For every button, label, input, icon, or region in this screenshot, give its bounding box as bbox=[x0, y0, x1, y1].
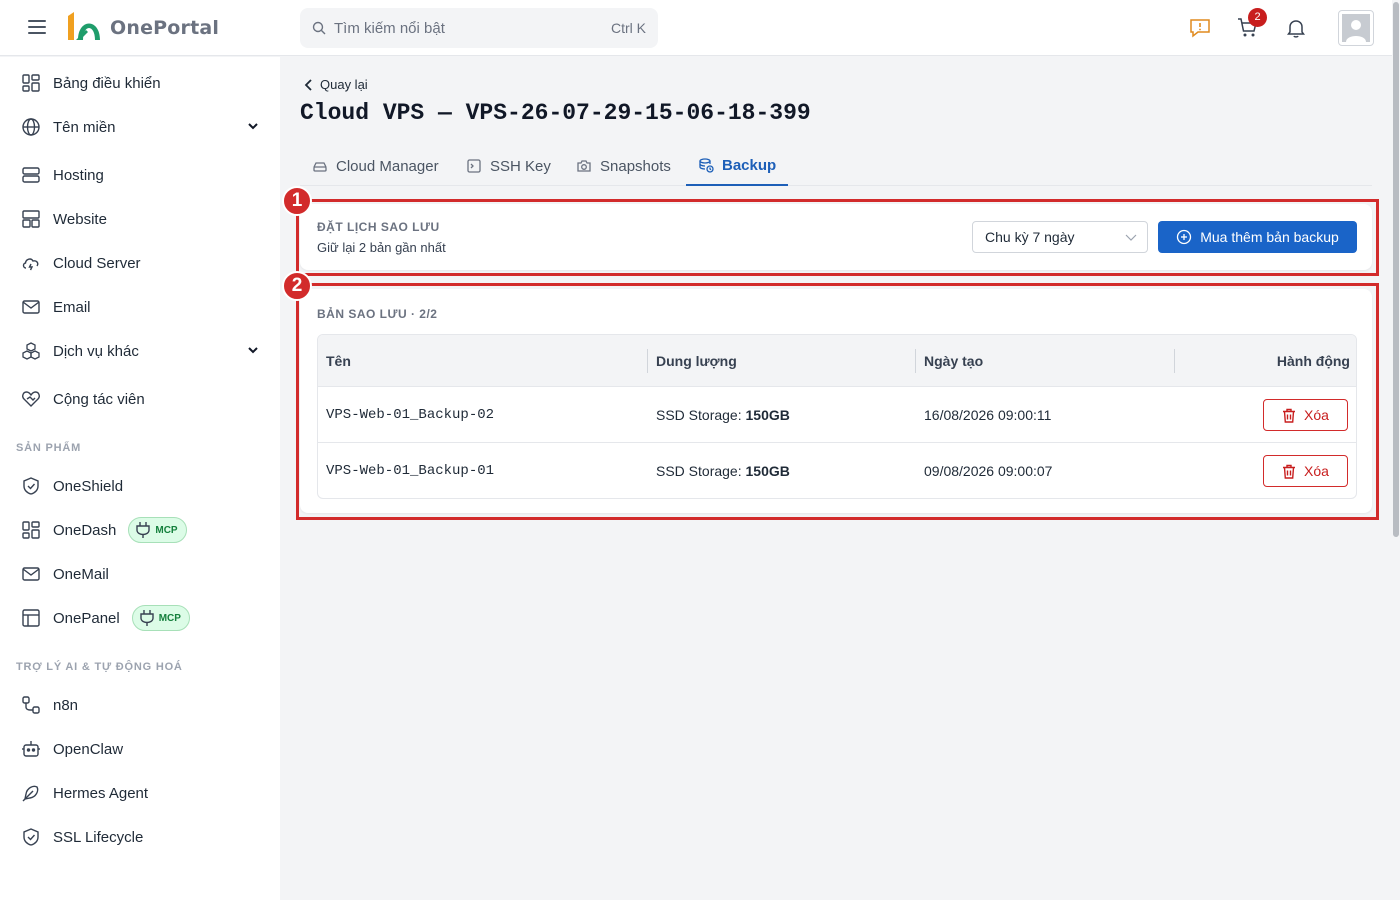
oneportal-logo-icon bbox=[68, 12, 100, 40]
tab-backup[interactable]: Backup bbox=[686, 146, 789, 186]
sidebar-item-openclaw[interactable]: OpenClaw bbox=[20, 735, 265, 763]
cloud-icon bbox=[20, 252, 42, 274]
tab-label: Cloud Manager bbox=[336, 157, 439, 175]
sidebar-item-hosting[interactable]: Hosting bbox=[20, 161, 265, 189]
plug-icon bbox=[136, 522, 151, 538]
backup-icon bbox=[699, 158, 714, 173]
sidebar-item-label: OneDash bbox=[53, 521, 117, 539]
sidebar-item-label: Cộng tác viên bbox=[53, 390, 145, 408]
sidebar-item-ssl-lifecycle[interactable]: SSL Lifecycle bbox=[20, 823, 265, 851]
back-label: Quay lại bbox=[320, 77, 368, 92]
sidebar: Bảng điều khiển Tên miền Hosting Website… bbox=[0, 57, 280, 900]
ai-section-title: TRỢ LÝ AI & TỰ ĐỘNG HOÁ bbox=[16, 661, 183, 673]
sidebar-item-label: Hosting bbox=[53, 166, 104, 184]
tab-label: Snapshots bbox=[600, 157, 671, 175]
search-shortcut: Ctrl K bbox=[611, 20, 646, 36]
search-bar[interactable]: Ctrl K bbox=[300, 8, 658, 48]
annotation-box-2 bbox=[296, 283, 1379, 520]
mail-icon bbox=[20, 296, 42, 318]
sidebar-item-label: n8n bbox=[53, 696, 79, 714]
tab-label: SSH Key bbox=[490, 157, 551, 175]
vps-icon bbox=[313, 162, 327, 172]
boxes-icon bbox=[20, 340, 42, 362]
sidebar-item-label: OneShield bbox=[53, 477, 124, 495]
sidebar-item-onedash[interactable]: OneDash MCP bbox=[20, 516, 265, 544]
bell-icon[interactable] bbox=[1284, 16, 1308, 40]
shield-check-icon bbox=[20, 475, 42, 497]
handshake-heart-icon bbox=[20, 388, 42, 410]
annotation-marker-2: 2 bbox=[282, 271, 312, 301]
plug-icon bbox=[140, 610, 154, 626]
back-link[interactable]: Quay lại bbox=[304, 77, 368, 92]
tab-bar: Cloud Manager SSH Key Snapshots Backup bbox=[300, 146, 1372, 186]
sidebar-item-label: Hermes Agent bbox=[53, 784, 149, 802]
server-icon bbox=[20, 164, 42, 186]
annotation-marker-1: 1 bbox=[282, 186, 312, 216]
website-icon bbox=[20, 208, 42, 230]
search-icon bbox=[312, 21, 326, 35]
sidebar-item-website[interactable]: Website bbox=[20, 205, 265, 233]
globe-icon bbox=[20, 116, 42, 138]
annotation-box-1 bbox=[296, 199, 1379, 276]
sidebar-item-onemail[interactable]: OneMail bbox=[20, 560, 265, 588]
sidebar-item-oneshield[interactable]: OneShield bbox=[20, 472, 265, 500]
sidebar-item-cloud-server[interactable]: Cloud Server bbox=[20, 249, 265, 277]
search-input[interactable] bbox=[334, 19, 611, 37]
tab-ssh-key[interactable]: SSH Key bbox=[466, 146, 551, 186]
sidebar-item-label: Website bbox=[53, 210, 107, 228]
products-section-title: SẢN PHẨM bbox=[16, 442, 82, 454]
feather-icon bbox=[20, 782, 42, 804]
sidebar-item-other-services[interactable]: Dịch vụ khác bbox=[20, 337, 265, 365]
workflow-icon bbox=[20, 694, 42, 716]
scrollbar-thumb[interactable] bbox=[1393, 2, 1399, 537]
chevron-left-icon bbox=[304, 78, 312, 91]
chevron-down-icon[interactable] bbox=[247, 344, 259, 356]
sidebar-item-label: Email bbox=[53, 298, 91, 316]
mail-icon bbox=[20, 563, 42, 585]
sidebar-item-onepanel[interactable]: OnePanel MCP bbox=[20, 604, 265, 632]
sidebar-item-label: Tên miền bbox=[53, 118, 116, 136]
tab-label: Backup bbox=[722, 156, 777, 174]
cart-count-badge: 2 bbox=[1248, 8, 1267, 27]
sidebar-item-email[interactable]: Email bbox=[20, 293, 265, 321]
mcp-badge-label: MCP bbox=[158, 612, 181, 624]
sidebar-item-n8n[interactable]: n8n bbox=[20, 691, 265, 719]
terminal-icon bbox=[467, 159, 481, 173]
mcp-badge: MCP bbox=[131, 605, 190, 631]
shield-check-icon bbox=[20, 826, 42, 848]
dashboard-icon bbox=[20, 72, 42, 94]
sidebar-item-dashboard[interactable]: Bảng điều khiển bbox=[20, 69, 265, 97]
avatar[interactable] bbox=[1338, 10, 1374, 46]
logo[interactable]: OnePortal bbox=[64, 10, 219, 46]
sidebar-item-label: Dịch vụ khác bbox=[53, 342, 139, 360]
feedback-icon[interactable] bbox=[1188, 16, 1212, 40]
dashboard-icon bbox=[20, 519, 42, 541]
logo-text: OnePortal bbox=[110, 17, 220, 39]
chevron-down-icon[interactable] bbox=[247, 120, 259, 132]
sidebar-item-hermes-agent[interactable]: Hermes Agent bbox=[20, 779, 265, 807]
sidebar-item-label: OnePanel bbox=[53, 609, 120, 627]
sidebar-item-affiliate[interactable]: Cộng tác viên bbox=[20, 385, 265, 413]
mcp-badge-label: MCP bbox=[155, 524, 178, 536]
sidebar-item-label: OneMail bbox=[53, 565, 109, 583]
sidebar-item-domains[interactable]: Tên miền bbox=[20, 113, 265, 141]
sidebar-item-label: Cloud Server bbox=[53, 254, 141, 272]
sidebar-item-label: OpenClaw bbox=[53, 740, 124, 758]
user-avatar-icon bbox=[1342, 14, 1370, 42]
sidebar-item-label: Bảng điều khiển bbox=[53, 74, 161, 92]
bot-icon bbox=[20, 738, 42, 760]
sidebar-item-label: SSL Lifecycle bbox=[53, 828, 144, 846]
mcp-badge: MCP bbox=[128, 517, 187, 543]
page-title: Cloud VPS — VPS-26-07-29-15-06-18-399 bbox=[300, 100, 811, 126]
tab-cloud-manager[interactable]: Cloud Manager bbox=[312, 146, 439, 186]
menu-icon[interactable] bbox=[28, 20, 46, 34]
panel-icon bbox=[20, 607, 42, 629]
top-header: OnePortal Ctrl K 2 bbox=[0, 0, 1400, 56]
camera-icon bbox=[577, 160, 591, 172]
tab-snapshots[interactable]: Snapshots bbox=[576, 146, 671, 186]
